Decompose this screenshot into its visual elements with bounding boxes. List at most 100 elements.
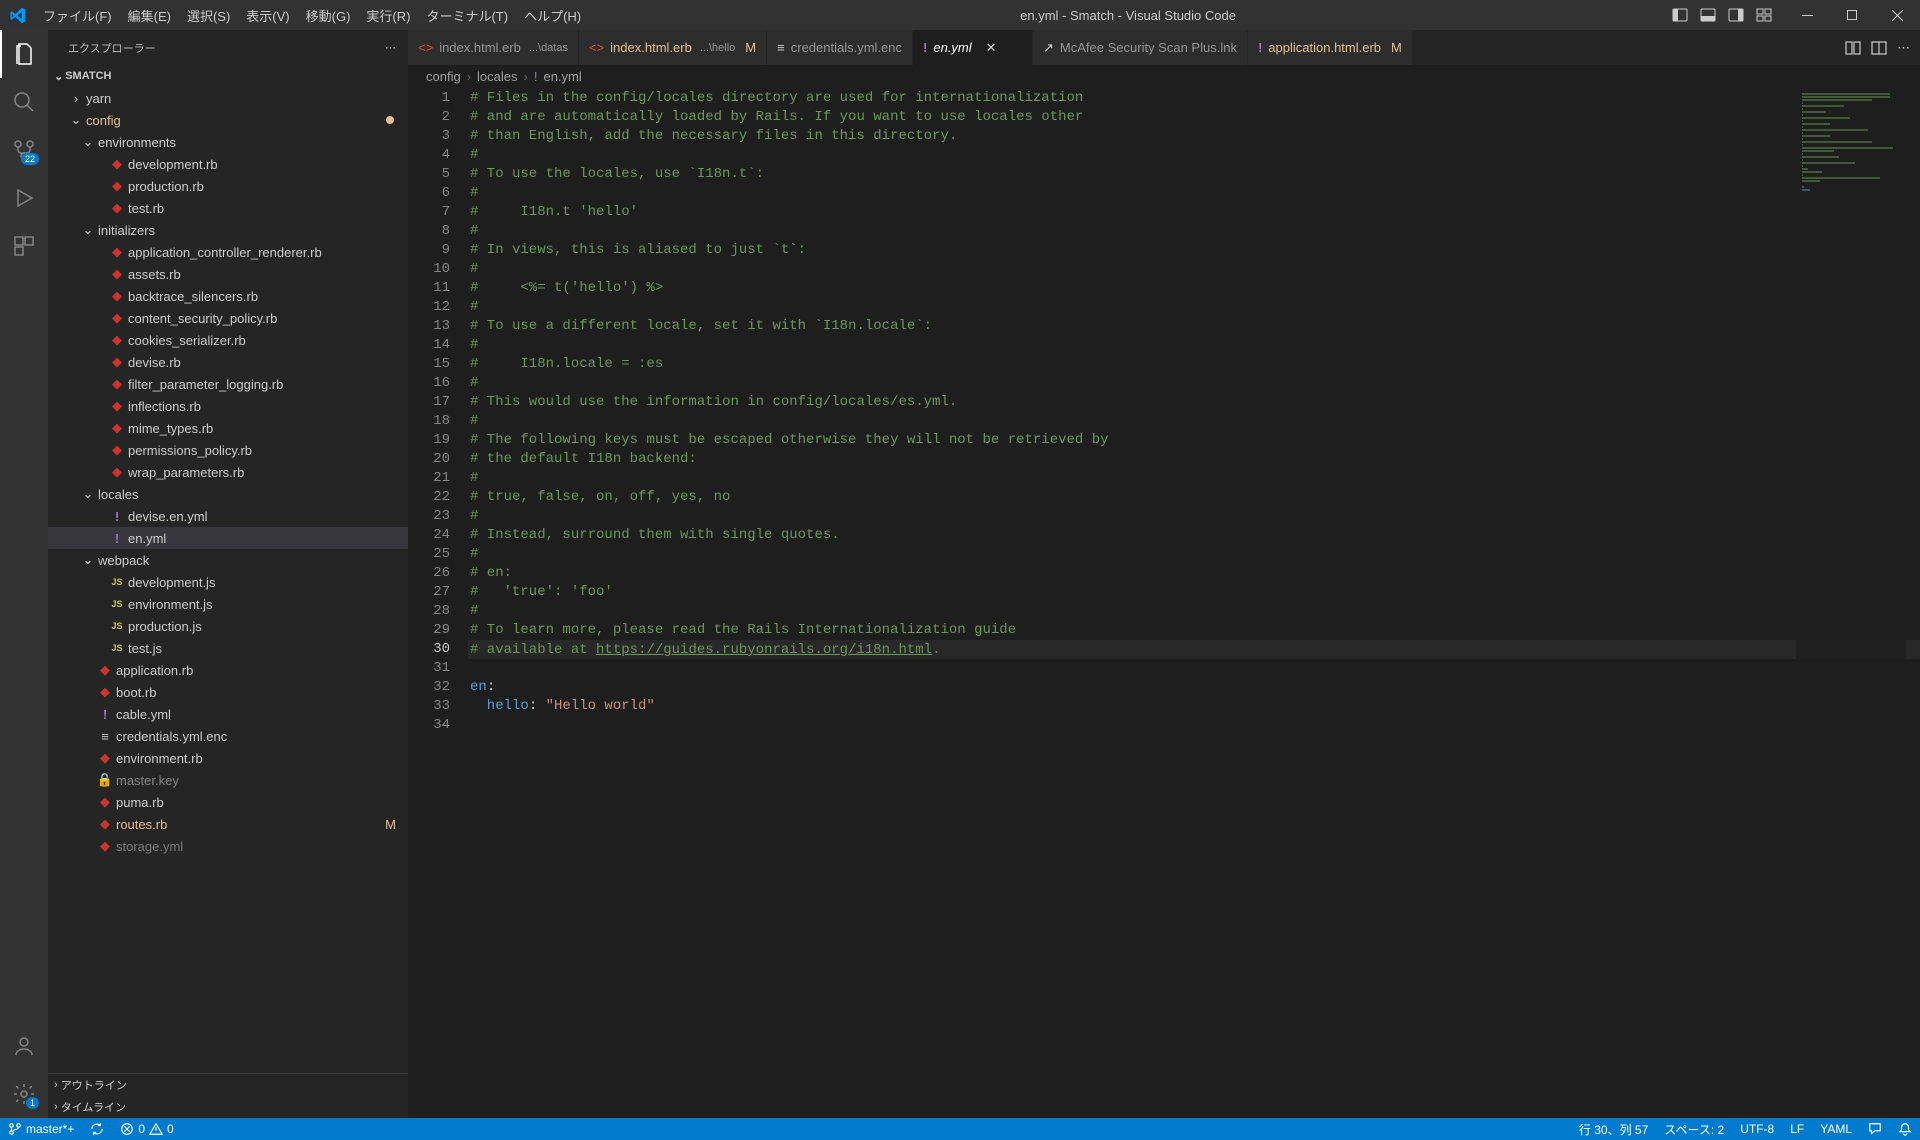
code-line[interactable]: #: [468, 412, 1920, 431]
extensions-icon[interactable]: [0, 222, 48, 270]
code-line[interactable]: #: [468, 260, 1920, 279]
project-section[interactable]: ⌄ SMATCH: [48, 65, 408, 87]
tree-file[interactable]: ◆test.rb: [48, 197, 408, 219]
more-actions-icon[interactable]: ⋯: [1897, 40, 1910, 56]
tree-file[interactable]: JSproduction.js: [48, 615, 408, 637]
code-line[interactable]: # en:: [468, 564, 1920, 583]
sidebar-more-icon[interactable]: ⋯: [385, 41, 396, 54]
menu-go[interactable]: 移動(G): [298, 0, 359, 30]
code-line[interactable]: #: [468, 298, 1920, 317]
code-content[interactable]: # Files in the config/locales directory …: [468, 87, 1920, 1118]
tree-file[interactable]: !cable.yml: [48, 703, 408, 725]
run-debug-icon[interactable]: [0, 174, 48, 222]
outline-section[interactable]: › アウトライン: [48, 1074, 408, 1096]
breadcrumb-seg[interactable]: locales: [477, 69, 517, 84]
editor-body[interactable]: 1234567891011121314151617181920212223242…: [408, 87, 1920, 1118]
code-line[interactable]: #: [468, 222, 1920, 241]
sync-item[interactable]: [82, 1118, 112, 1140]
code-line[interactable]: [468, 659, 1920, 678]
code-line[interactable]: # true, false, on, off, yes, no: [468, 488, 1920, 507]
code-line[interactable]: # To use a different locale, set it with…: [468, 317, 1920, 336]
tree-file[interactable]: JStest.js: [48, 637, 408, 659]
tree-file[interactable]: ◆devise.rb: [48, 351, 408, 373]
code-line[interactable]: # To use the locales, use `I18n.t`:: [468, 165, 1920, 184]
code-line[interactable]: # 'true': 'foo': [468, 583, 1920, 602]
toggle-panel-icon[interactable]: [1695, 0, 1721, 30]
indentation-item[interactable]: スペース: 2: [1656, 1118, 1732, 1140]
language-mode-item[interactable]: YAML: [1812, 1118, 1860, 1140]
code-line[interactable]: # In views, this is aliased to just `t`:: [468, 241, 1920, 260]
tree-file[interactable]: !devise.en.yml: [48, 505, 408, 527]
code-line[interactable]: #: [468, 507, 1920, 526]
maximize-button[interactable]: [1830, 0, 1875, 30]
menu-selection[interactable]: 選択(S): [179, 0, 238, 30]
close-button[interactable]: [1875, 0, 1920, 30]
tree-file[interactable]: !en.yml: [48, 527, 408, 549]
breadcrumbs[interactable]: config › locales › ! en.yml: [408, 65, 1920, 87]
editor-tab[interactable]: ≡credentials.yml.enc: [767, 30, 913, 65]
tab-close-icon[interactable]: ✕: [986, 40, 997, 56]
tree-file[interactable]: ◆development.rb: [48, 153, 408, 175]
minimize-button[interactable]: [1785, 0, 1830, 30]
code-line[interactable]: # than English, add the necessary files …: [468, 127, 1920, 146]
editor-tab[interactable]: <>index.html.erb...\datas: [408, 30, 579, 65]
tree-file[interactable]: 🔒master.key: [48, 769, 408, 791]
customize-layout-icon[interactable]: [1751, 0, 1777, 30]
notifications-icon[interactable]: [1890, 1118, 1920, 1140]
source-control-icon[interactable]: 22: [0, 126, 48, 174]
code-line[interactable]: # Instead, surround them with single quo…: [468, 526, 1920, 545]
code-line[interactable]: # and are automatically loaded by Rails.…: [468, 108, 1920, 127]
compare-changes-icon[interactable]: [1845, 40, 1861, 56]
menu-help[interactable]: ヘルプ(H): [516, 0, 589, 30]
code-line[interactable]: #: [468, 374, 1920, 393]
tree-folder[interactable]: ⌄environments: [48, 131, 408, 153]
menu-run[interactable]: 実行(R): [358, 0, 418, 30]
tree-file[interactable]: ◆boot.rb: [48, 681, 408, 703]
code-line[interactable]: #: [468, 146, 1920, 165]
feedback-icon[interactable]: [1860, 1118, 1890, 1140]
cursor-position-item[interactable]: 行 30、列 57: [1571, 1118, 1656, 1140]
editor-tab[interactable]: <>index.html.erb...\helloM: [579, 30, 767, 65]
eol-item[interactable]: LF: [1782, 1118, 1812, 1140]
editor-tab[interactable]: ↗McAfee Security Scan Plus.lnk: [1033, 30, 1248, 65]
timeline-section[interactable]: › タイムライン: [48, 1096, 408, 1118]
editor-tab[interactable]: !application.html.erbM: [1248, 30, 1413, 65]
explorer-icon[interactable]: [0, 30, 48, 78]
code-line[interactable]: [468, 716, 1920, 735]
code-line[interactable]: # This would use the information in conf…: [468, 393, 1920, 412]
menu-edit[interactable]: 編集(E): [120, 0, 179, 30]
code-line[interactable]: # I18n.locale = :es: [468, 355, 1920, 374]
tree-folder[interactable]: ⌄webpack: [48, 549, 408, 571]
code-line[interactable]: # Files in the config/locales directory …: [468, 89, 1920, 108]
tree-file[interactable]: ◆application_controller_renderer.rb: [48, 241, 408, 263]
minimap[interactable]: [1796, 87, 1906, 1118]
code-line[interactable]: # available at https://guides.rubyonrail…: [468, 640, 1920, 659]
toggle-primary-sidebar-icon[interactable]: [1667, 0, 1693, 30]
tree-file[interactable]: JSenvironment.js: [48, 593, 408, 615]
tree-folder[interactable]: ⌄initializers: [48, 219, 408, 241]
toggle-secondary-sidebar-icon[interactable]: [1723, 0, 1749, 30]
tree-file[interactable]: ◆backtrace_silencers.rb: [48, 285, 408, 307]
tree-file[interactable]: JSdevelopment.js: [48, 571, 408, 593]
tree-file[interactable]: ◆inflections.rb: [48, 395, 408, 417]
tree-file[interactable]: ◆permissions_policy.rb: [48, 439, 408, 461]
tree-file[interactable]: ◆wrap_parameters.rb: [48, 461, 408, 483]
tree-folder[interactable]: ⌄locales: [48, 483, 408, 505]
tree-file[interactable]: ◆storage.yml: [48, 835, 408, 857]
code-line[interactable]: # To learn more, please read the Rails I…: [468, 621, 1920, 640]
tree-file[interactable]: ◆cookies_serializer.rb: [48, 329, 408, 351]
tree-file[interactable]: ◆mime_types.rb: [48, 417, 408, 439]
menu-terminal[interactable]: ターミナル(T): [418, 0, 516, 30]
tree-file[interactable]: ◆application.rb: [48, 659, 408, 681]
code-line[interactable]: #: [468, 602, 1920, 621]
code-line[interactable]: # The following keys must be escaped oth…: [468, 431, 1920, 450]
tree-file[interactable]: ◆routes.rbM: [48, 813, 408, 835]
tree-file[interactable]: ◆assets.rb: [48, 263, 408, 285]
code-line[interactable]: # the default I18n backend:: [468, 450, 1920, 469]
breadcrumb-seg[interactable]: config: [426, 69, 461, 84]
settings-gear-icon[interactable]: 1: [0, 1070, 48, 1118]
menu-view[interactable]: 表示(V): [238, 0, 297, 30]
code-line[interactable]: # I18n.t 'hello': [468, 203, 1920, 222]
tree-file[interactable]: ◆content_security_policy.rb: [48, 307, 408, 329]
code-line[interactable]: #: [468, 469, 1920, 488]
